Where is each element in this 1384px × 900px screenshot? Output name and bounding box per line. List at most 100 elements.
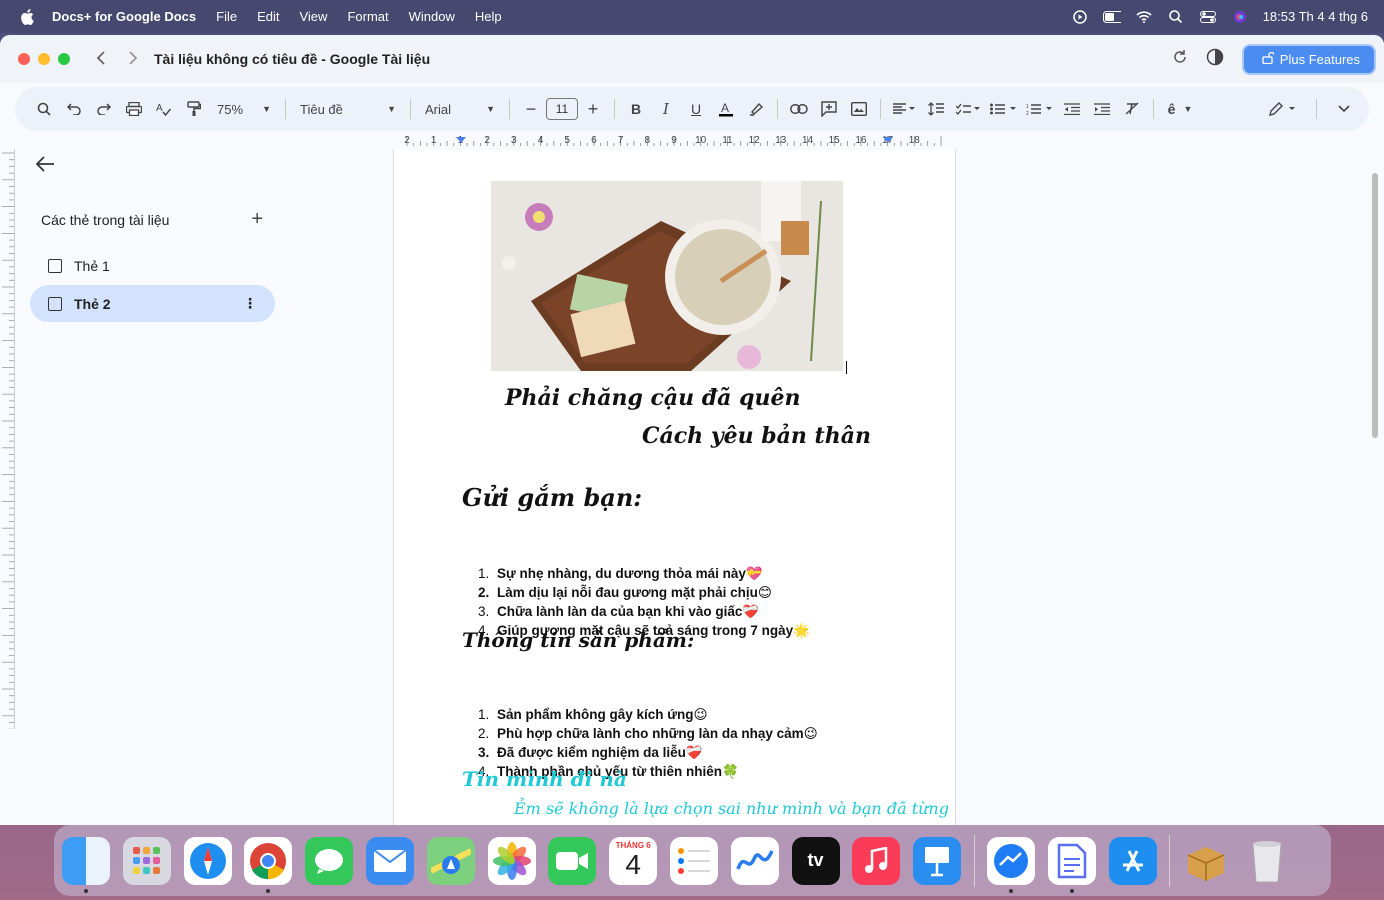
document-icon: [48, 296, 62, 311]
music-icon[interactable]: [852, 836, 901, 885]
siri-icon[interactable]: [1231, 10, 1249, 24]
plus-features-button[interactable]: Plus Features: [1241, 43, 1376, 75]
increase-indent-icon[interactable]: [1087, 95, 1117, 123]
spotlight-search-icon[interactable]: [1167, 10, 1185, 24]
messages-icon[interactable]: [305, 836, 354, 885]
list-item: 1. Sự nhẹ nhàng, du dương thỏa mái này💝: [478, 566, 763, 581]
toolbar-divider: [285, 99, 286, 119]
redo-icon[interactable]: [89, 95, 119, 123]
paint-format-icon[interactable]: [179, 95, 209, 123]
archive-utility-icon[interactable]: [1182, 837, 1230, 885]
menu-file[interactable]: File: [216, 9, 237, 24]
editing-mode-icon[interactable]: [1262, 95, 1302, 123]
finder-icon[interactable]: [62, 836, 110, 893]
section-1-title: Gửi gắm bạn:: [462, 483, 643, 512]
underline-icon[interactable]: U: [681, 95, 711, 123]
messenger-icon[interactable]: [986, 836, 1035, 893]
text-color-icon[interactable]: A: [711, 95, 741, 123]
clock-text[interactable]: 18:53 Th 4 4 thg 6: [1263, 9, 1368, 24]
ruler-label: 13: [775, 135, 787, 146]
trash-icon[interactable]: [1243, 837, 1291, 885]
more-options-icon[interactable]: ⋮: [243, 295, 257, 312]
control-center-icon[interactable]: [1199, 10, 1217, 24]
sidebar-item-tab-2[interactable]: Thẻ 2 ⋮: [30, 285, 275, 322]
search-menus-icon[interactable]: [29, 95, 59, 123]
undo-icon[interactable]: [59, 95, 89, 123]
launchpad-icon[interactable]: [122, 836, 171, 885]
paragraph-style-value: Tiêu đề: [300, 101, 343, 117]
safari-icon[interactable]: [183, 836, 232, 885]
print-icon[interactable]: [119, 95, 149, 123]
play-circle-icon[interactable]: [1071, 9, 1089, 24]
font-size-input[interactable]: 11: [546, 98, 578, 120]
running-indicator: [1008, 888, 1013, 893]
close-window-button[interactable]: [18, 53, 30, 65]
numbered-list-icon[interactable]: 12: [1021, 95, 1057, 123]
add-comment-icon[interactable]: [814, 95, 844, 123]
chevron-down-icon: ▼: [262, 104, 271, 114]
ruler-label: 15: [829, 135, 841, 146]
menu-format[interactable]: Format: [347, 9, 388, 24]
line-spacing-icon[interactable]: [921, 95, 951, 123]
list-item: 1. Sản phẩm không gây kích ứng😉: [478, 707, 708, 722]
ruler-label: 8: [645, 135, 651, 146]
app-store-icon[interactable]: [1108, 836, 1157, 885]
mail-icon[interactable]: [365, 836, 414, 885]
decrease-font-size-icon[interactable]: −: [516, 95, 546, 123]
clear-formatting-icon[interactable]: [1117, 95, 1147, 123]
menu-view[interactable]: View: [299, 9, 327, 24]
collapse-toolbar-icon[interactable]: [1329, 95, 1359, 123]
maximize-window-button[interactable]: [58, 53, 70, 65]
freeform-icon[interactable]: [730, 836, 779, 885]
paragraph-style-dropdown[interactable]: Tiêu đề ▼: [292, 102, 404, 117]
document-page[interactable]: Phải chăng cậu đã quên Cách yêu bản thân…: [393, 149, 956, 825]
chrome-icon[interactable]: [244, 836, 293, 893]
vietnamese-input-icon[interactable]: ê ▼: [1160, 95, 1200, 123]
highlight-color-icon[interactable]: [741, 95, 771, 123]
reminders-icon[interactable]: [669, 836, 718, 885]
decrease-indent-icon[interactable]: [1057, 95, 1087, 123]
menu-help[interactable]: Help: [475, 9, 502, 24]
menu-edit[interactable]: Edit: [257, 9, 279, 24]
dark-mode-toggle-icon[interactable]: [1206, 48, 1224, 71]
forward-nav-icon[interactable]: [128, 49, 138, 70]
add-tab-icon[interactable]: +: [251, 208, 263, 231]
svg-text:2: 2: [1026, 111, 1029, 115]
spellcheck-icon[interactable]: A: [149, 95, 179, 123]
docs-plus-icon[interactable]: [1047, 836, 1096, 893]
back-nav-icon[interactable]: [96, 49, 106, 70]
macos-menubar: Docs+ for Google Docs File Edit View For…: [0, 0, 1384, 33]
italic-icon[interactable]: I: [651, 95, 681, 123]
zoom-dropdown[interactable]: 75% ▼: [209, 102, 279, 117]
font-dropdown[interactable]: Arial ▼: [417, 102, 503, 117]
vertical-scrollbar[interactable]: [1372, 173, 1378, 438]
app-name[interactable]: Docs+ for Google Docs: [52, 9, 196, 24]
list-item: 2. Phù hợp chữa lành cho những làn da nhạ…: [478, 726, 818, 741]
battery-icon[interactable]: [1102, 10, 1121, 24]
keynote-icon[interactable]: [913, 836, 962, 885]
calendar-day: 4: [625, 849, 641, 880]
photos-icon[interactable]: [487, 836, 536, 885]
insert-image-icon[interactable]: [844, 95, 874, 123]
insert-link-icon[interactable]: [784, 95, 814, 123]
facetime-icon[interactable]: [548, 836, 597, 885]
apple-logo-icon[interactable]: [18, 8, 36, 26]
wifi-icon[interactable]: [1135, 10, 1153, 24]
bulleted-list-icon[interactable]: [985, 95, 1021, 123]
menu-window[interactable]: Window: [409, 9, 455, 24]
align-dropdown-icon[interactable]: [887, 95, 921, 123]
calendar-icon[interactable]: THÁNG 6 4: [609, 836, 658, 885]
sidebar-item-tab-1[interactable]: Thẻ 1: [30, 247, 275, 284]
back-arrow-icon[interactable]: [35, 155, 275, 178]
apple-tv-icon[interactable]: tv: [791, 836, 840, 885]
section-3-line: Ẻm sẽ không là lựa chọn sai như mình và …: [514, 799, 949, 818]
maps-icon[interactable]: [426, 836, 475, 885]
minimize-window-button[interactable]: [38, 53, 50, 65]
ruler-label: 2: [484, 135, 490, 146]
skincare-product-image[interactable]: [491, 181, 843, 371]
increase-font-size-icon[interactable]: +: [578, 95, 608, 123]
svg-text:1: 1: [1026, 104, 1029, 110]
bold-icon[interactable]: B: [621, 95, 651, 123]
checklist-icon[interactable]: [951, 95, 985, 123]
reload-icon[interactable]: [1172, 49, 1188, 70]
